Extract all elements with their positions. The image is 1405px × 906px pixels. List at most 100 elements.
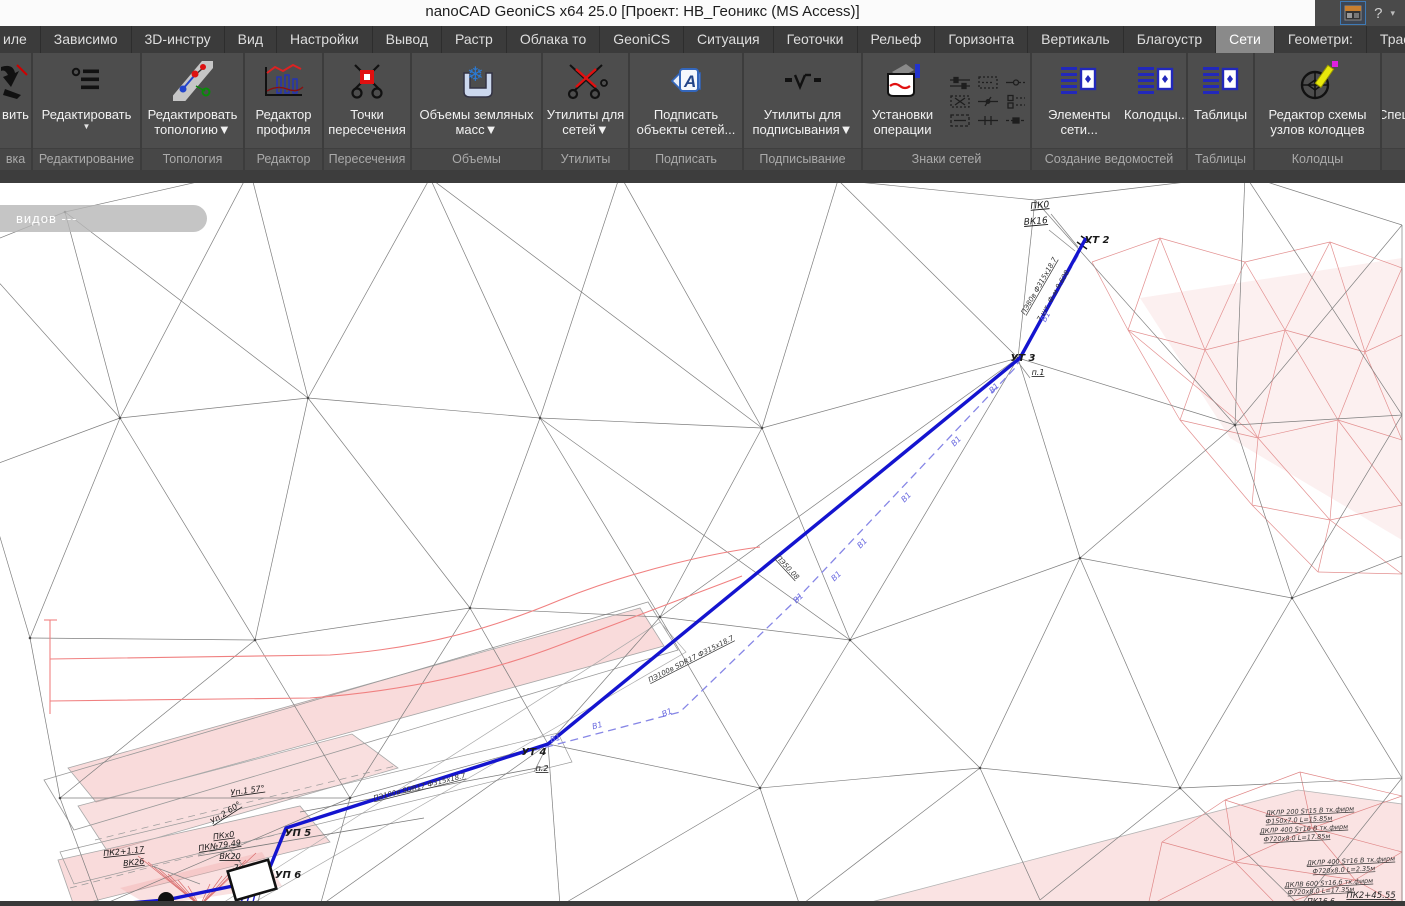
ribbon-button-1-0[interactable]: Редактировать▼ bbox=[42, 55, 132, 148]
menu-tab-3[interactable]: Вид bbox=[225, 26, 277, 53]
ribbon-button-12-0[interactable]: Редактор схемы узлов колодцев bbox=[1256, 55, 1379, 148]
strike-icon[interactable] bbox=[975, 93, 1001, 110]
menu-tab-6[interactable]: Растр bbox=[442, 26, 507, 53]
label-objects-icon: A bbox=[666, 55, 706, 107]
ribbon-panel-11: ТаблицыТаблицы bbox=[1188, 53, 1253, 170]
ribbon-button-label: Подписать объекты сетей... bbox=[631, 107, 741, 138]
menu-tab-12[interactable]: Горизонта bbox=[935, 26, 1028, 53]
network-elements-icon bbox=[1059, 55, 1099, 107]
ribbon-panel-2: Редактировать топологию▼Топология bbox=[142, 53, 243, 170]
ribbon-button-label: Таблицы bbox=[1194, 107, 1247, 122]
ribbon-panel-12: Редактор схемы узлов колодцевКолодцы bbox=[1255, 53, 1380, 170]
ribbon-button-label: вить bbox=[2, 107, 29, 122]
title-bar: nanoCAD GeoniCS x64 25.0 [Проект: НВ_Гео… bbox=[0, 0, 1405, 27]
menu-tab-4[interactable]: Настройки bbox=[277, 26, 373, 53]
ribbon-panel-8: Утилиты для подписывания▼ Подписывание bbox=[744, 53, 861, 170]
ribbon-button-label: Утилиты для подписывания▼ bbox=[745, 107, 860, 138]
split-icon[interactable] bbox=[1003, 93, 1029, 110]
ribbon-button-4-0[interactable]: Точки пересечения bbox=[325, 55, 409, 148]
intersection-points-icon bbox=[347, 55, 387, 107]
svg-text:2: 2 bbox=[233, 863, 238, 872]
ribbon-button-label: Редактор схемы узлов колодцев bbox=[1256, 107, 1379, 138]
sliders-icon[interactable] bbox=[947, 74, 973, 91]
menu-tab-14[interactable]: Благоустр bbox=[1124, 26, 1216, 53]
dotbox-icon[interactable] bbox=[975, 74, 1001, 91]
ribbon-panel-1: Редактировать▼Редактирование bbox=[33, 53, 140, 170]
node-icon[interactable] bbox=[1003, 74, 1029, 91]
menu-tab-15[interactable]: Сети bbox=[1216, 26, 1275, 53]
xbox-icon[interactable] bbox=[947, 93, 973, 110]
drawing-canvas[interactable]: ПК0ВК16УТ 2УТ 3п.1УТ 4п.2УП 5УП 6Уп.1 57… bbox=[0, 183, 1405, 906]
menu-tab-0[interactable]: иле bbox=[0, 26, 41, 53]
ribbon-button-0-0[interactable]: вить bbox=[1, 55, 30, 148]
menu-tab-5[interactable]: Вывод bbox=[373, 26, 442, 53]
wells-icon bbox=[1136, 55, 1176, 107]
menu-tab-10[interactable]: Геоточки bbox=[774, 26, 858, 53]
ribbon-tab-bar: илеЗависимо3D-инструВидНастройкиВыводРас… bbox=[0, 26, 1405, 53]
svg-text:❄: ❄ bbox=[467, 64, 484, 86]
ribbon-group-caption: Редактор bbox=[245, 148, 322, 170]
ribbon-button-label: Объемы земляных масс▼ bbox=[413, 107, 540, 138]
chevron-down-icon: ▼ bbox=[83, 122, 91, 132]
ribbon-button-8-0[interactable]: Утилиты для подписывания▼ bbox=[745, 55, 860, 148]
ribbon-button-label: Редактор профиля bbox=[246, 107, 321, 138]
menu-tab-7[interactable]: Облака то bbox=[507, 26, 600, 53]
dashbox-icon[interactable] bbox=[947, 112, 973, 129]
menu-tab-13[interactable]: Вертикаль bbox=[1028, 26, 1124, 53]
menu-tab-17[interactable]: Трассы bbox=[1367, 26, 1405, 53]
svg-text:ВК20: ВК20 bbox=[219, 852, 240, 861]
drawing-palette-icon[interactable] bbox=[1340, 1, 1366, 25]
help-button[interactable]: ? bbox=[1374, 5, 1382, 22]
menu-tab-9[interactable]: Ситуация bbox=[684, 26, 774, 53]
tables-icon bbox=[1201, 55, 1241, 107]
ribbon: витьвкаРедактировать▼РедактированиеРедак… bbox=[0, 53, 1405, 170]
svg-text:п.1: п.1 bbox=[1032, 368, 1045, 377]
ribbon-button-label: Редактировать топологию▼ bbox=[143, 107, 242, 138]
ticks-icon[interactable] bbox=[975, 112, 1001, 129]
menu-tab-11[interactable]: Рельеф bbox=[858, 26, 936, 53]
ribbon-button-3-0[interactable]: Редактор профиля bbox=[246, 55, 321, 148]
ribbon-button-9-0[interactable]: Установки операции bbox=[864, 55, 941, 148]
ribbon-button-label: Колодцы... bbox=[1124, 107, 1186, 122]
svg-text:ВК16: ВК16 bbox=[1023, 216, 1048, 228]
ribbon-button-13-0[interactable]: Спец bbox=[1383, 55, 1404, 148]
ribbon-panel-9: Установки операции Знаки сетей bbox=[863, 53, 1030, 170]
ribbon-button-11-0[interactable]: Таблицы bbox=[1194, 55, 1247, 148]
menu-tab-8[interactable]: GeoniCS bbox=[600, 26, 684, 53]
ribbon-panel-7: AПодписать объекты сетей...Подписать bbox=[630, 53, 742, 170]
ribbon-panel-6: Утилиты для сетей▼Утилиты bbox=[543, 53, 628, 170]
ribbon-button-label: Точки пересечения bbox=[325, 107, 409, 138]
menu-tab-2[interactable]: 3D-инстру bbox=[132, 26, 225, 53]
ribbon-button-10-1[interactable]: Колодцы... bbox=[1127, 55, 1185, 148]
ribbon-group-caption: Создание ведомостей bbox=[1032, 148, 1186, 170]
svg-text:УТ 2: УТ 2 bbox=[1085, 235, 1110, 246]
ribbon-button-10-0[interactable]: Элементы сети... bbox=[1033, 55, 1125, 148]
ribbon-button-7-0[interactable]: AПодписать объекты сетей... bbox=[631, 55, 741, 148]
ribbon-button-2-0[interactable]: Редактировать топологию▼ bbox=[143, 55, 242, 148]
svg-text:УТ 3: УТ 3 bbox=[1011, 353, 1036, 364]
topology-icon bbox=[173, 55, 213, 107]
chevron-down-icon[interactable]: ▾ bbox=[1390, 8, 1395, 19]
svg-text:УП 5: УП 5 bbox=[285, 828, 312, 839]
svg-text:п.2: п.2 bbox=[536, 764, 549, 773]
ribbon-group-caption: Подписывание bbox=[744, 148, 861, 170]
ribbon-group-caption: вка bbox=[0, 148, 31, 170]
menu-tab-16[interactable]: Геометри: bbox=[1275, 26, 1367, 53]
insert-icon bbox=[0, 55, 31, 107]
ribbon-group-caption: Утилиты bbox=[543, 148, 628, 170]
ribbon-group-caption: Объемы bbox=[412, 148, 541, 170]
network-utils-icon bbox=[564, 55, 608, 107]
ribbon-button-label: Установки операции bbox=[864, 107, 941, 138]
ribbon-button-6-0[interactable]: Утилиты для сетей▼ bbox=[544, 55, 627, 148]
svg-text:УП 6: УП 6 bbox=[275, 870, 302, 881]
network-signs-icon-grid bbox=[947, 55, 1029, 148]
viewport-label-overlay: видов --- bbox=[0, 205, 207, 232]
menu-tab-1[interactable]: Зависимо bbox=[41, 26, 132, 53]
ribbon-button-5-0[interactable]: ❄ Объемы земляных масс▼ bbox=[413, 55, 540, 148]
bar-icon[interactable] bbox=[1003, 112, 1029, 129]
ribbon-group-caption: Знаки сетей bbox=[863, 148, 1030, 170]
edit-list-icon bbox=[69, 55, 105, 107]
ribbon-group-caption: Редактирование bbox=[33, 148, 140, 170]
drawing-canvas-area[interactable]: ПК0ВК16УТ 2УТ 3п.1УТ 4п.2УП 5УП 6Уп.1 57… bbox=[0, 170, 1405, 906]
ribbon-group-caption: Подписать bbox=[630, 148, 742, 170]
